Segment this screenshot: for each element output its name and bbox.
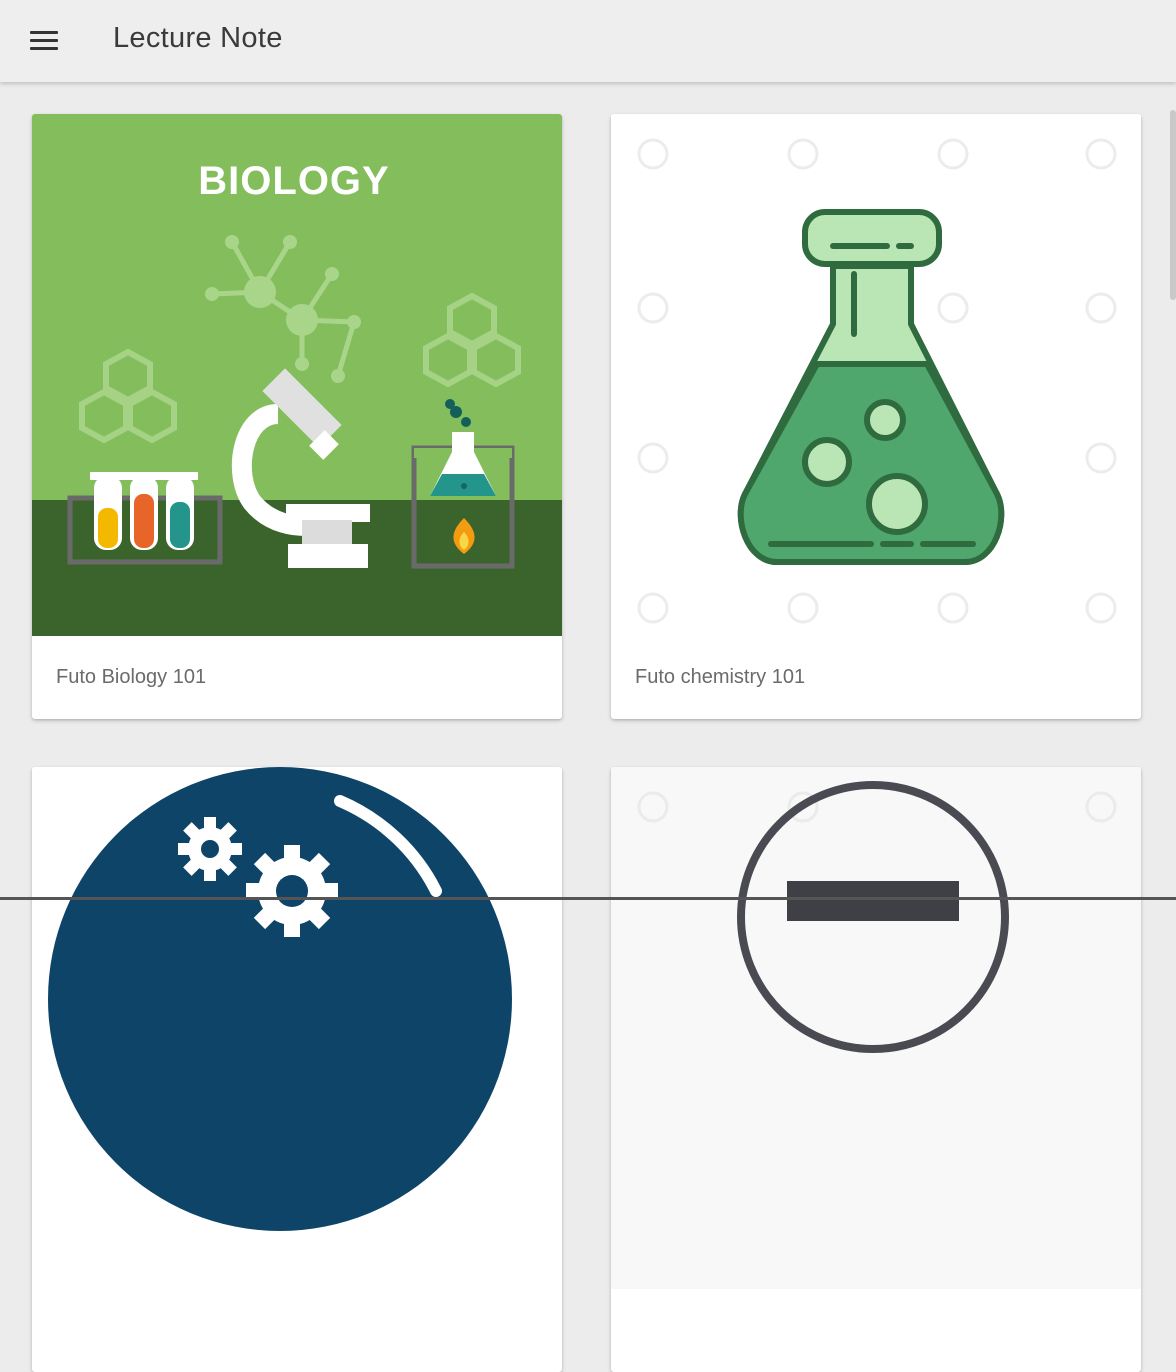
hamburger-menu-icon[interactable] [22, 22, 66, 58]
course-title: Futo chemistry 101 [635, 666, 806, 688]
gear-icon [246, 845, 338, 937]
scrollbar[interactable] [1170, 110, 1176, 300]
app-bar: Lecture Note [0, 0, 1176, 82]
biology-image-label: BIOLOGY [198, 159, 389, 203]
biology-illustration: BIOLOGY [32, 114, 562, 636]
course-card-chemistry[interactable]: Futo chemistry 101 [611, 114, 1141, 719]
course-card-3[interactable] [32, 767, 562, 1372]
course-card-4[interactable] [611, 767, 1141, 1372]
course-title: Futo Biology 101 [56, 666, 207, 688]
gear-icon [178, 817, 242, 881]
app-title: Lecture Note [113, 22, 283, 54]
course-card-biology[interactable]: BIOLOGY Futo Biology 101 [32, 114, 562, 719]
circle-emblem-logo [611, 767, 1141, 1289]
erlenmeyer-flask-illustration [611, 114, 1141, 636]
gears-circle-logo [32, 767, 562, 1289]
